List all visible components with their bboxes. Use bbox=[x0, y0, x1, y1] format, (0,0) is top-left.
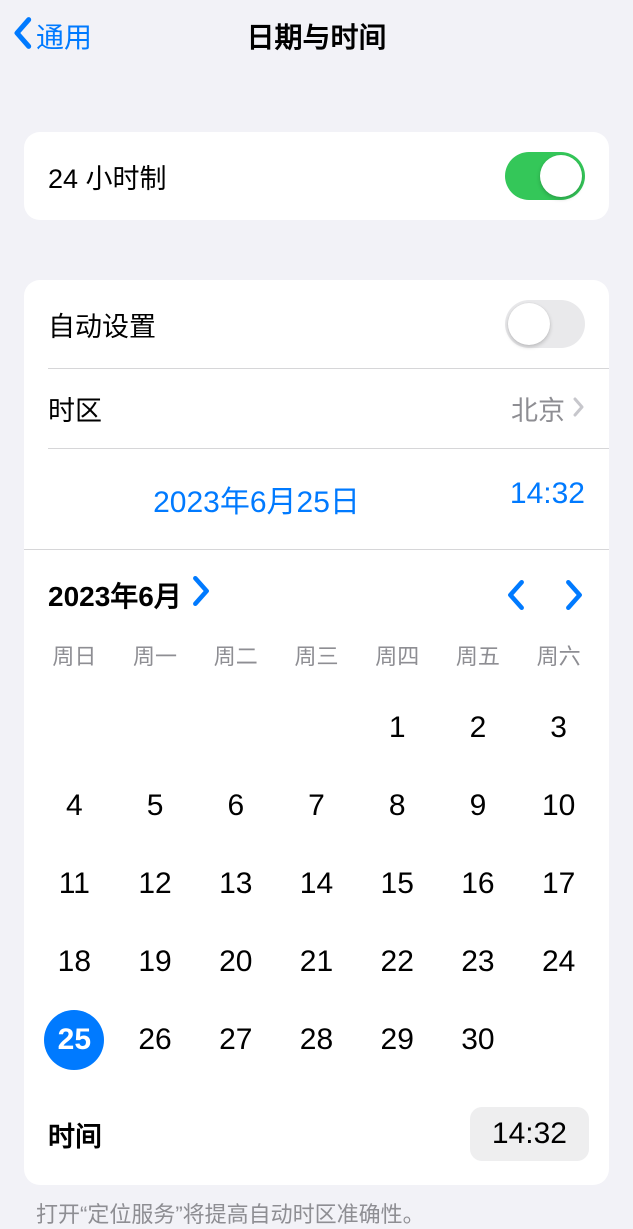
current-datetime-row: 2023年6月25日 14:32 bbox=[24, 449, 609, 549]
day-cell[interactable]: 18 bbox=[34, 923, 115, 1001]
calendar-grid: 1234567891011121314151617181920212223242… bbox=[24, 679, 609, 1095]
day-cell[interactable]: 17 bbox=[518, 845, 599, 923]
day-cell[interactable]: 10 bbox=[518, 767, 599, 845]
label-24h: 24 小时制 bbox=[48, 157, 167, 196]
day-cell-empty bbox=[34, 689, 115, 767]
month-nav: 2023年6月 bbox=[24, 550, 609, 623]
day-cell[interactable]: 6 bbox=[195, 767, 276, 845]
chevron-left-icon bbox=[12, 16, 36, 57]
day-cell[interactable]: 3 bbox=[518, 689, 599, 767]
time-row: 时间 14:32 bbox=[24, 1095, 609, 1185]
day-cell[interactable]: 8 bbox=[357, 767, 438, 845]
weekday-label: 周二 bbox=[195, 639, 276, 671]
day-cell[interactable]: 14 bbox=[276, 845, 357, 923]
time-picker-button[interactable]: 14:32 bbox=[470, 1107, 589, 1161]
day-cell[interactable]: 15 bbox=[357, 845, 438, 923]
day-cell[interactable]: 13 bbox=[195, 845, 276, 923]
next-month-button[interactable] bbox=[563, 578, 585, 612]
day-cell-empty bbox=[276, 689, 357, 767]
current-date[interactable]: 2023年6月25日 bbox=[48, 477, 465, 521]
back-label: 通用 bbox=[36, 16, 92, 56]
group-datetime: 自动设置 时区 北京 2023年6月25日 14:32 2023年6月 bbox=[24, 280, 609, 1185]
footer-note: 打开“定位服务”将提高自动时区准确性。 bbox=[0, 1185, 633, 1229]
day-cell[interactable]: 22 bbox=[357, 923, 438, 1001]
row-auto-set: 自动设置 bbox=[24, 280, 609, 368]
month-label: 2023年6月 bbox=[48, 575, 182, 615]
day-cell[interactable]: 26 bbox=[115, 1001, 196, 1079]
weekday-label: 周一 bbox=[115, 639, 196, 671]
prev-month-button[interactable] bbox=[505, 578, 527, 612]
weekday-label: 周四 bbox=[357, 639, 438, 671]
day-cell[interactable]: 20 bbox=[195, 923, 276, 1001]
group-24h: 24 小时制 bbox=[24, 132, 609, 220]
label-auto-set: 自动设置 bbox=[48, 305, 156, 344]
time-label: 时间 bbox=[48, 1115, 102, 1154]
day-cell[interactable]: 16 bbox=[438, 845, 519, 923]
weekday-label: 周日 bbox=[34, 639, 115, 671]
back-button[interactable]: 通用 bbox=[0, 16, 92, 57]
day-cell[interactable]: 25 bbox=[34, 1001, 115, 1079]
switch-24h[interactable] bbox=[505, 152, 585, 200]
day-cell[interactable]: 5 bbox=[115, 767, 196, 845]
day-cell[interactable]: 24 bbox=[518, 923, 599, 1001]
day-cell[interactable]: 30 bbox=[438, 1001, 519, 1079]
day-cell-empty bbox=[195, 689, 276, 767]
day-cell[interactable]: 29 bbox=[357, 1001, 438, 1079]
day-cell[interactable]: 1 bbox=[357, 689, 438, 767]
weekday-header: 周日周一周二周三周四周五周六 bbox=[24, 623, 609, 679]
day-cell[interactable]: 28 bbox=[276, 1001, 357, 1079]
day-cell[interactable]: 7 bbox=[276, 767, 357, 845]
chevron-right-icon bbox=[573, 393, 585, 424]
weekday-label: 周五 bbox=[438, 639, 519, 671]
day-cell-empty bbox=[115, 689, 196, 767]
day-cell[interactable]: 2 bbox=[438, 689, 519, 767]
value-timezone: 北京 bbox=[511, 389, 585, 428]
day-cell[interactable]: 4 bbox=[34, 767, 115, 845]
day-cell[interactable]: 12 bbox=[115, 845, 196, 923]
row-24h: 24 小时制 bbox=[24, 132, 609, 220]
day-cell[interactable]: 19 bbox=[115, 923, 196, 1001]
timezone-value: 北京 bbox=[511, 389, 565, 428]
switch-auto-set[interactable] bbox=[505, 300, 585, 348]
day-cell[interactable]: 27 bbox=[195, 1001, 276, 1079]
row-timezone[interactable]: 时区 北京 bbox=[24, 369, 609, 448]
day-cell[interactable]: 21 bbox=[276, 923, 357, 1001]
month-arrows bbox=[505, 578, 585, 612]
page-title: 日期与时间 bbox=[0, 16, 633, 56]
header: 通用 日期与时间 bbox=[0, 0, 633, 72]
current-time[interactable]: 14:32 bbox=[465, 477, 585, 521]
day-cell[interactable]: 11 bbox=[34, 845, 115, 923]
chevron-right-icon bbox=[190, 574, 212, 615]
day-cell[interactable]: 23 bbox=[438, 923, 519, 1001]
day-cell[interactable]: 9 bbox=[438, 767, 519, 845]
weekday-label: 周六 bbox=[518, 639, 599, 671]
month-picker-button[interactable]: 2023年6月 bbox=[48, 574, 212, 615]
weekday-label: 周三 bbox=[276, 639, 357, 671]
label-timezone: 时区 bbox=[48, 389, 102, 428]
